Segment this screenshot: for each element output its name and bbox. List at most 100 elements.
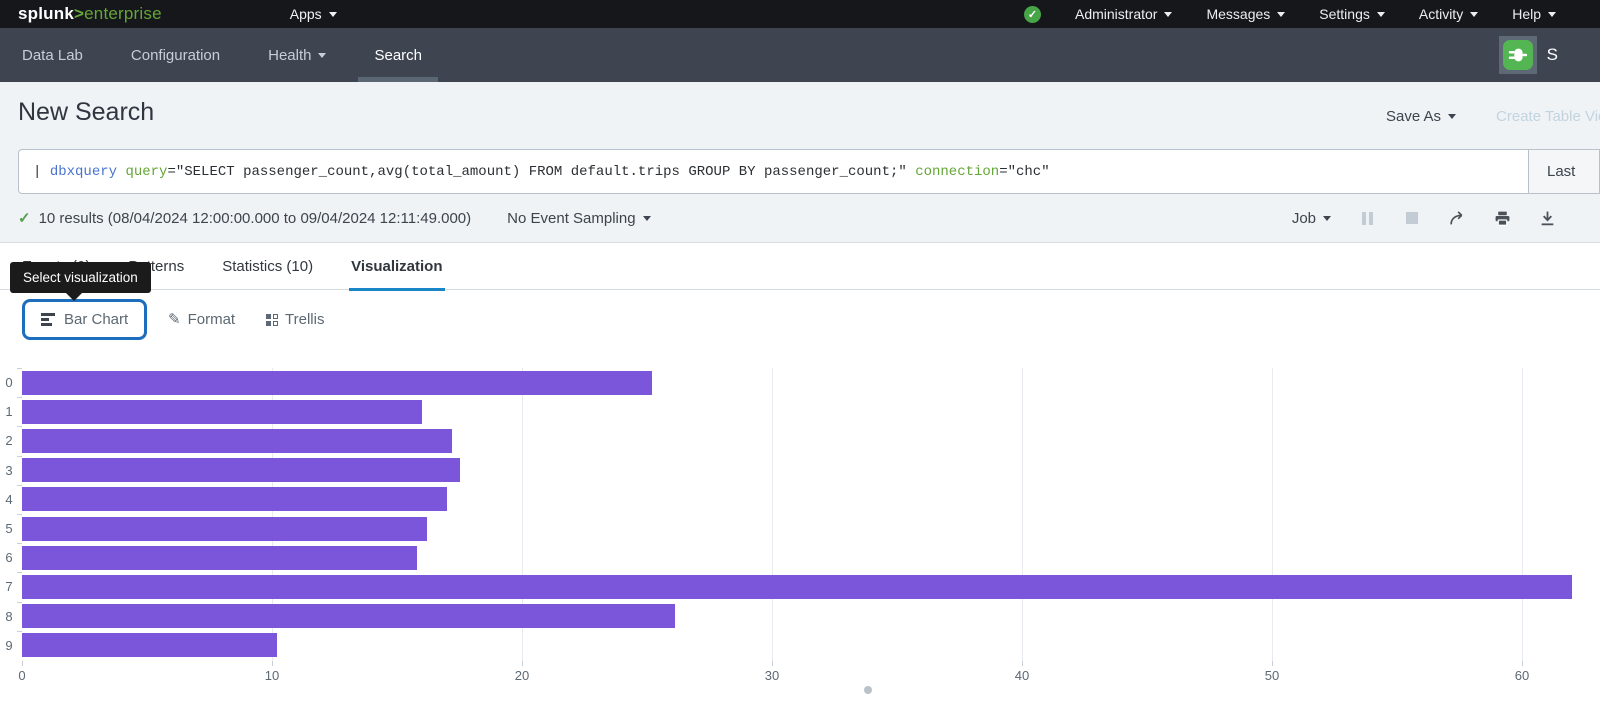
share-icon[interactable] [1448,209,1466,227]
chart-type-label: Bar Chart [64,311,128,328]
axis-tick [17,602,22,603]
bar-passenger-count-0[interactable] [22,371,652,395]
tab-statistics-10[interactable]: Statistics (10) [222,243,313,290]
pause-job-icon[interactable] [1358,209,1376,227]
job-menu-label: Job [1292,210,1316,227]
bar-row-0 [22,368,1582,397]
x-axis-label-20: 20 [515,668,529,683]
scroll-indicator-dot[interactable] [864,686,872,694]
chevron-down-icon [1548,12,1556,17]
tab-visualization[interactable]: Visualization [351,243,442,290]
bar-passenger-count-8[interactable] [22,604,675,628]
results-summary: 10 results (08/04/2024 12:00:00.000 to 0… [39,210,472,227]
top-system-bar: splunk>enterprise Apps ✓ Administrator Me… [0,0,1600,28]
x-axis-label-30: 30 [765,668,779,683]
nav-item-health[interactable]: Health [266,28,328,82]
top-menus: Administrator Messages Settings Activity Hel… [1075,6,1556,22]
bar-row-3 [22,456,1582,485]
topbar-menu-settings[interactable]: Settings [1319,6,1385,22]
create-table-view-button[interactable]: Create Table View [1496,108,1600,125]
logo-gt: > [74,4,84,24]
save-as-button[interactable]: Save As [1386,108,1456,125]
bar-row-2 [22,426,1582,455]
trellis-grid-icon [266,314,278,326]
axis-tick [1522,661,1523,666]
bar-passenger-count-5[interactable] [22,517,427,541]
bar-row-1 [22,397,1582,426]
bar-row-9 [22,631,1582,660]
trellis-button[interactable]: Trellis [266,299,324,340]
db-connect-app-icon[interactable] [1499,36,1537,74]
health-ok-icon[interactable]: ✓ [1024,6,1041,23]
chevron-down-icon [1164,12,1172,17]
logo-product: enterprise [84,4,162,24]
nav-item-data-lab[interactable]: Data Lab [20,28,85,82]
bar-passenger-count-6[interactable] [22,546,417,570]
topbar-menu-administrator[interactable]: Administrator [1075,6,1172,22]
bar-row-5 [22,514,1582,543]
topbar-menu-activity[interactable]: Activity [1419,6,1478,22]
plot-area: 0102030405060 [22,368,1582,660]
topbar-menu-help[interactable]: Help [1512,6,1556,22]
chevron-down-icon [643,216,651,221]
nav-item-search[interactable]: Search [372,28,424,82]
select-visualization-tooltip: Select visualization [10,262,151,293]
axis-tick [522,661,523,666]
search-header-area: New Search Save As Create Table View | d… [0,82,1600,243]
export-icon[interactable] [1538,209,1556,227]
plug-icon [1503,40,1533,70]
search-query-input[interactable]: | dbxquery query="SELECT passenger_count… [18,149,1528,194]
chart-type-picker-button[interactable]: Bar Chart [22,299,147,340]
spl-query-text: | dbxquery query="SELECT passenger_count… [33,164,1050,180]
trellis-label: Trellis [285,311,324,328]
x-axis-label-40: 40 [1015,668,1029,683]
stop-job-icon[interactable] [1403,209,1421,227]
axis-tick [17,368,22,369]
apps-menu-label: Apps [290,6,322,22]
bar-passenger-count-9[interactable] [22,633,277,657]
chevron-down-icon [1470,12,1478,17]
y-axis-label-8: 8 [2,602,16,631]
y-axis-label-4: 4 [2,485,16,514]
format-button[interactable]: ✎ Format [168,299,235,340]
bar-row-6 [22,543,1582,572]
chevron-down-icon [1377,12,1385,17]
format-label: Format [188,311,236,328]
bar-passenger-count-3[interactable] [22,458,460,482]
splunk-search-window: splunk>enterprise Apps ✓ Administrator Me… [0,0,1600,708]
axis-tick [17,485,22,486]
axis-tick [17,514,22,515]
chevron-down-icon [318,53,326,58]
app-nav-bar: Data LabConfigurationHealthSearch S [0,28,1600,82]
apps-menu[interactable]: Apps [290,6,337,22]
bar-chart-icon [41,313,55,326]
y-axis-label-1: 1 [2,397,16,426]
logo-splunk: splunk [18,4,74,24]
x-axis-label-10: 10 [265,668,279,683]
time-range-picker[interactable]: Last [1528,149,1600,194]
axis-tick [17,426,22,427]
time-range-label: Last [1547,163,1575,180]
axis-tick [17,456,22,457]
bar-passenger-count-2[interactable] [22,429,452,453]
nav-item-configuration[interactable]: Configuration [129,28,222,82]
save-as-label: Save As [1386,108,1441,125]
bar-passenger-count-7[interactable] [22,575,1572,599]
topbar-menu-messages[interactable]: Messages [1206,6,1285,22]
axis-tick [17,543,22,544]
job-menu[interactable]: Job [1292,210,1331,227]
print-icon[interactable] [1493,209,1511,227]
chevron-down-icon [1448,114,1456,119]
x-axis-label-60: 60 [1515,668,1529,683]
splunk-enterprise-logo: splunk>enterprise [18,4,162,24]
axis-tick [772,661,773,666]
axis-tick [1272,661,1273,666]
x-axis-label-50: 50 [1265,668,1279,683]
pencil-icon: ✎ [168,310,181,328]
y-axis-label-2: 2 [2,426,16,455]
bar-passenger-count-4[interactable] [22,487,447,511]
bar-passenger-count-1[interactable] [22,400,422,424]
event-sampling-dropdown[interactable]: No Event Sampling [507,210,650,227]
bar-row-8 [22,602,1582,631]
chevron-down-icon [1323,216,1331,221]
